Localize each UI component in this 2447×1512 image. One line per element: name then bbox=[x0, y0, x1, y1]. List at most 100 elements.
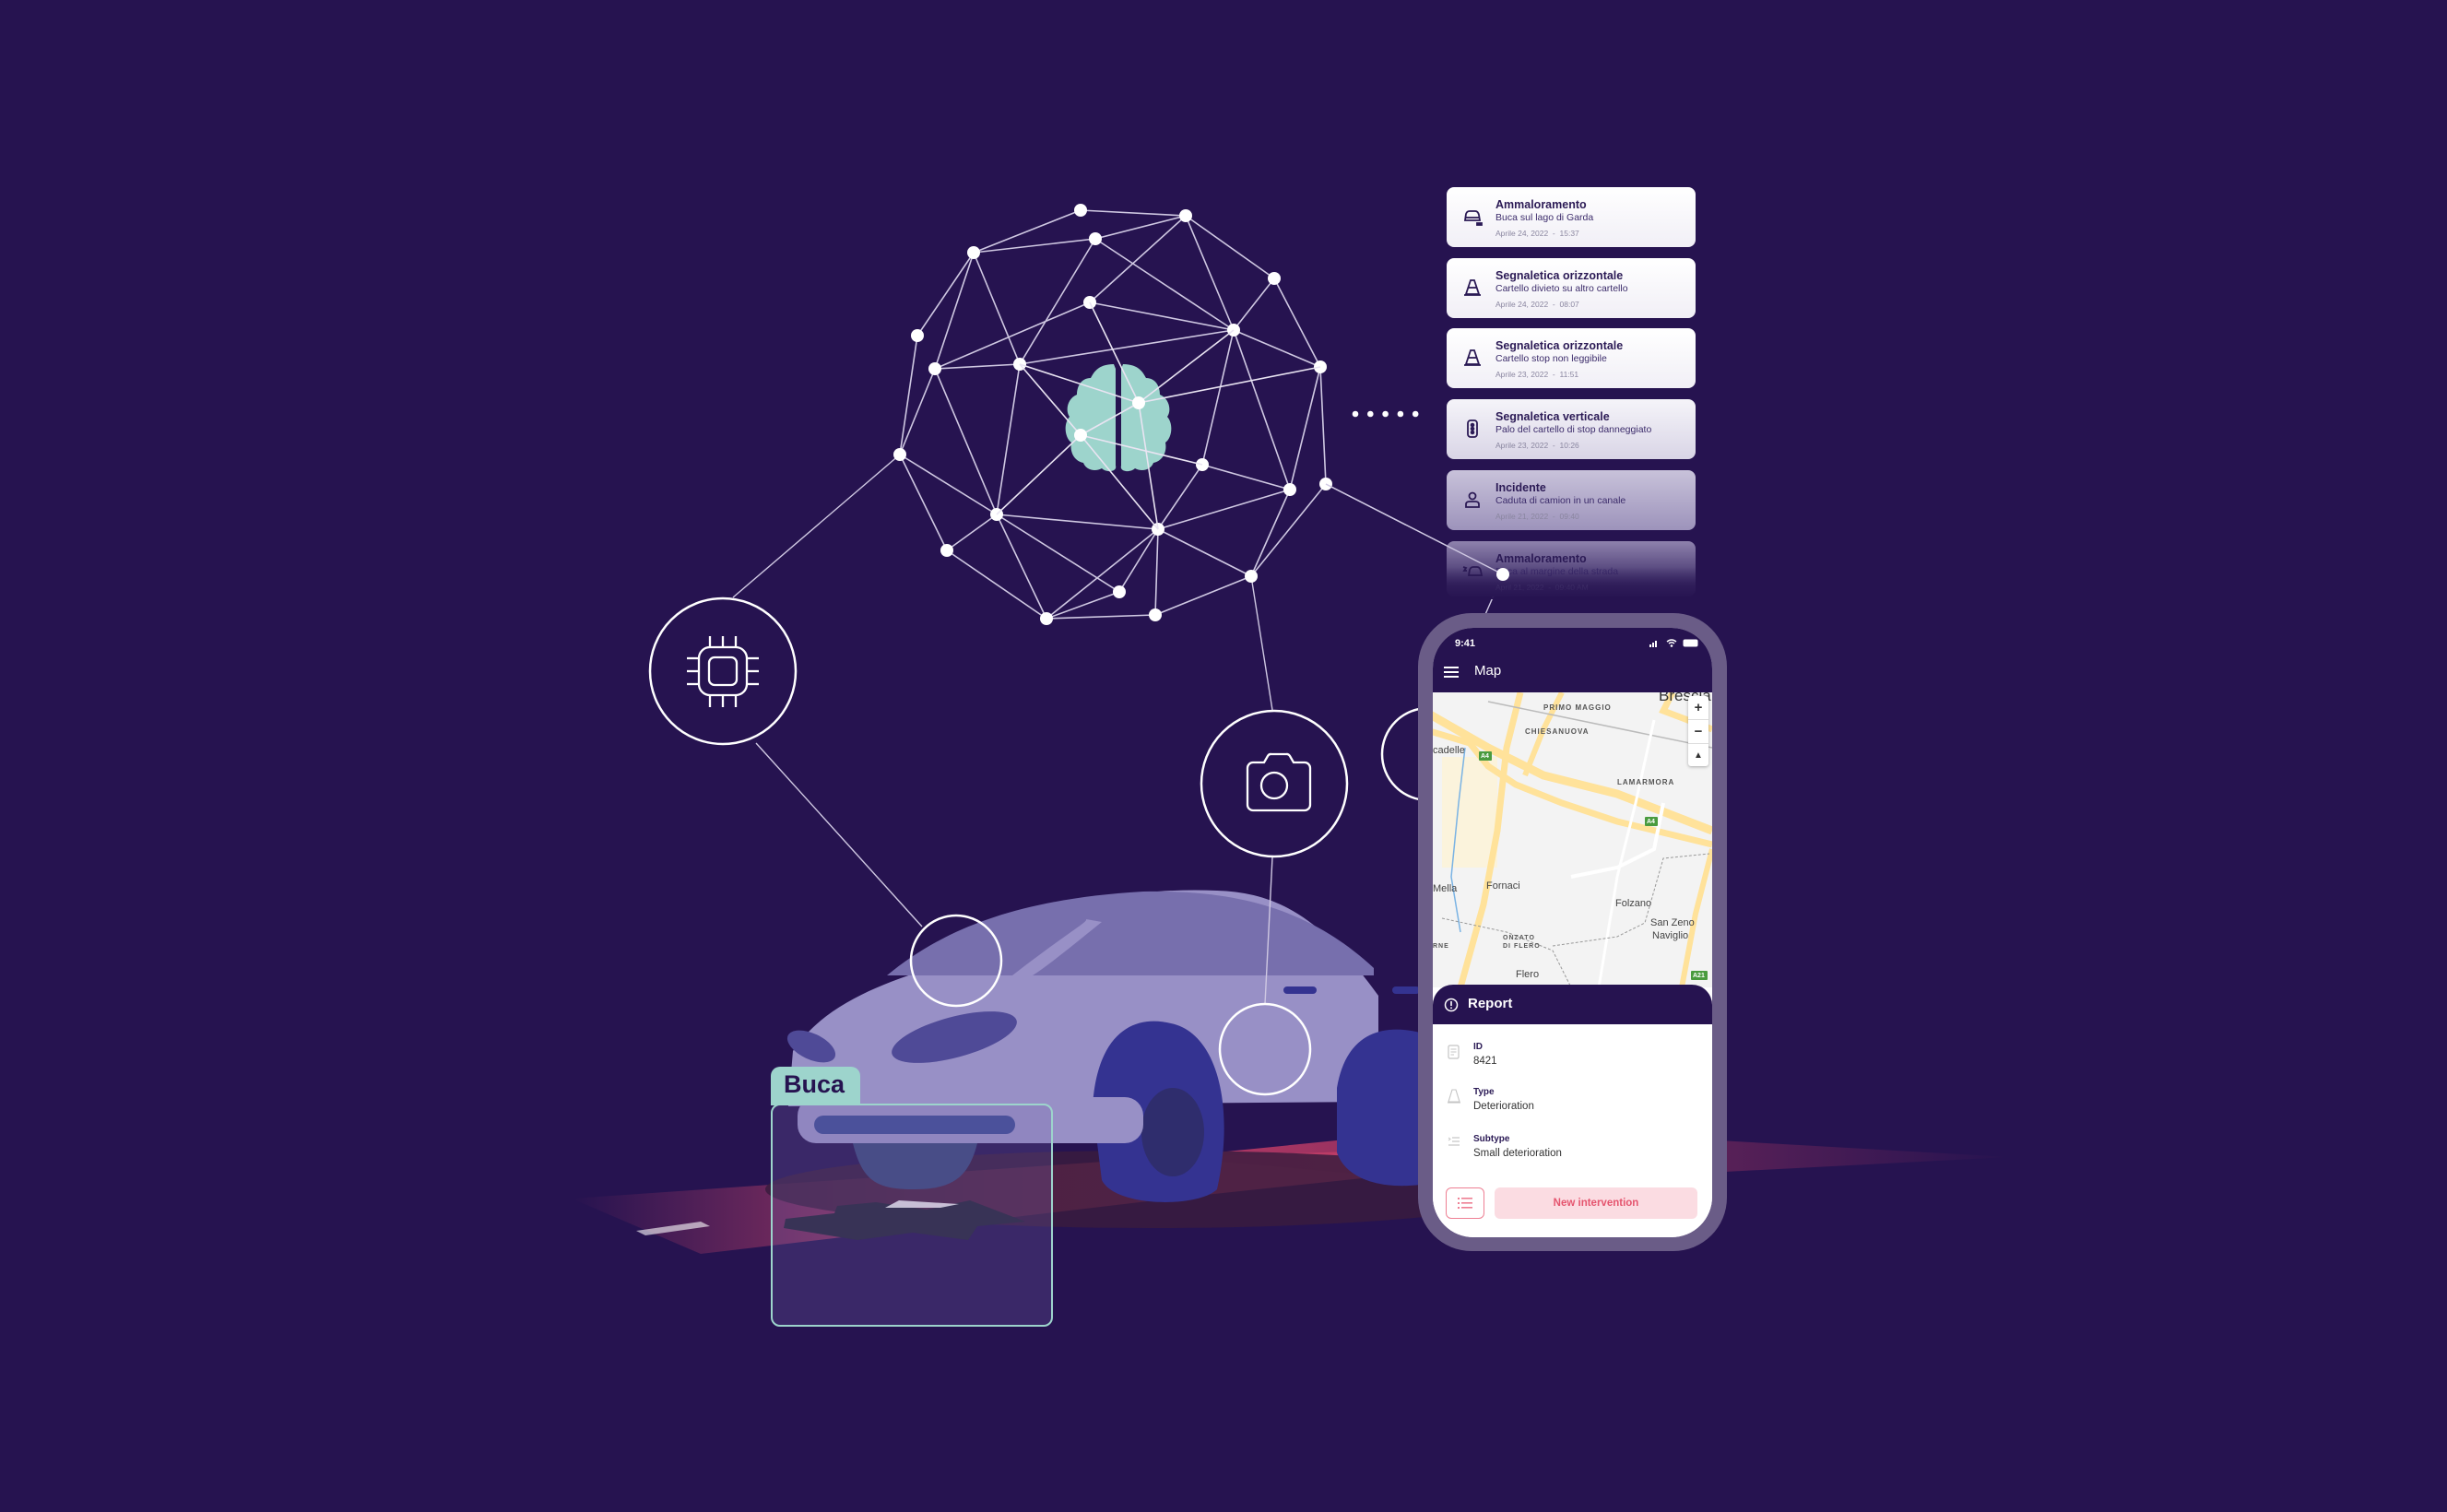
list-icon bbox=[1458, 1198, 1472, 1209]
network-node bbox=[1074, 204, 1087, 217]
network-edge bbox=[996, 514, 1159, 530]
traffic-light-icon bbox=[1467, 419, 1478, 438]
report-card[interactable]: Segnaletica orizzontale Cartello stop no… bbox=[1447, 328, 1696, 388]
hamburger-menu-icon[interactable] bbox=[1444, 667, 1459, 678]
map-label: DI FLERO bbox=[1503, 943, 1541, 950]
report-panel: Report ID 8421 Type Deterioration Subtyp… bbox=[1433, 985, 1712, 1237]
report-title: Ammaloramento bbox=[1495, 198, 1587, 211]
report-field-subtype: Subtype Small deterioration bbox=[1473, 1134, 1562, 1159]
map-label: cadelle bbox=[1433, 745, 1465, 756]
network-node bbox=[1149, 608, 1162, 621]
status-time: 9:41 bbox=[1455, 638, 1476, 649]
network-edge bbox=[996, 363, 1021, 515]
network-edge bbox=[1250, 489, 1291, 577]
map-label: Naviglio bbox=[1652, 930, 1689, 941]
network-edge bbox=[1046, 591, 1120, 620]
map-label: PRIMO MAGGIO bbox=[1543, 703, 1612, 712]
chip-feature-circle[interactable] bbox=[648, 597, 798, 746]
network-edge bbox=[899, 335, 918, 455]
report-card[interactable]: Incidente Caduta di camion in un canale … bbox=[1447, 470, 1696, 530]
map-label: Folzano bbox=[1615, 898, 1652, 909]
network-edge bbox=[1157, 489, 1291, 530]
list-fade bbox=[1438, 567, 1706, 599]
map-label: San Zeno bbox=[1650, 917, 1695, 928]
network-node bbox=[967, 246, 980, 259]
new-intervention-button[interactable]: New intervention bbox=[1495, 1187, 1697, 1219]
network-node bbox=[1283, 483, 1296, 496]
network-edge bbox=[934, 368, 998, 515]
report-card[interactable]: Segnaletica orizzontale Cartello divieto… bbox=[1447, 258, 1696, 318]
person-icon bbox=[1465, 491, 1480, 508]
map-view[interactable]: Brescia PRIMO MAGGIO CHIESANUOVA LAMARMO… bbox=[1433, 692, 1712, 987]
brain-icon bbox=[1065, 364, 1172, 472]
report-title: Segnaletica orizzontale bbox=[1495, 269, 1624, 282]
map-label: CHIESANUOVA bbox=[1525, 727, 1590, 736]
zoom-in-button[interactable]: + bbox=[1688, 696, 1708, 720]
map-label: Mella bbox=[1433, 883, 1458, 894]
report-subtitle: Cartello stop non leggibile bbox=[1495, 353, 1607, 364]
network-node bbox=[1089, 232, 1102, 245]
network-edge bbox=[1154, 528, 1159, 616]
map-label: A4 bbox=[1647, 819, 1655, 825]
network-edge bbox=[1157, 464, 1203, 530]
map-roads bbox=[1433, 692, 1712, 987]
network-edge bbox=[1319, 366, 1327, 485]
map-label: LAMARMORA bbox=[1617, 778, 1675, 786]
connector-dot bbox=[1352, 410, 1359, 418]
network-node bbox=[1319, 478, 1332, 490]
chip-icon bbox=[687, 636, 759, 707]
network-edge bbox=[1080, 209, 1187, 217]
network-edge bbox=[1046, 614, 1156, 620]
report-datetime: Aprile 24, 2022 - 08:07 bbox=[1495, 300, 1579, 309]
report-datetime: Aprile 24, 2022 - 15:37 bbox=[1495, 229, 1579, 238]
app-header: 9:41 Map bbox=[1433, 628, 1712, 692]
zoom-out-button[interactable]: − bbox=[1688, 720, 1708, 744]
list-view-button[interactable] bbox=[1446, 1187, 1484, 1219]
map-label: Flero bbox=[1516, 969, 1540, 980]
network-edge bbox=[934, 363, 1021, 370]
signal-icon bbox=[1649, 640, 1657, 647]
network-node bbox=[1245, 570, 1258, 583]
report-datetime: Aprile 21, 2022 - 09:40 bbox=[1495, 512, 1579, 521]
camera-feature-circle[interactable] bbox=[1200, 709, 1349, 858]
network-edge bbox=[973, 252, 1021, 365]
wifi-icon bbox=[1666, 639, 1677, 647]
compass-button[interactable]: ▲ bbox=[1688, 744, 1708, 767]
map-label: RNE bbox=[1433, 943, 1449, 950]
report-subtitle: Caduta di camion in un canale bbox=[1495, 495, 1626, 506]
network-edge bbox=[899, 368, 936, 455]
detection-bounding-box[interactable] bbox=[771, 1104, 1053, 1327]
network-edge bbox=[946, 514, 998, 551]
damaged-car-icon bbox=[1463, 210, 1483, 226]
map-label: A21 bbox=[1693, 973, 1705, 979]
map-label: A4 bbox=[1481, 753, 1489, 760]
connector-dot bbox=[1397, 410, 1404, 418]
info-alert-icon bbox=[1444, 998, 1459, 1012]
status-icons bbox=[1649, 639, 1699, 647]
traffic-cone-icon bbox=[1464, 349, 1481, 366]
network-node bbox=[911, 329, 924, 342]
connector-dot bbox=[1367, 410, 1374, 418]
network-edge bbox=[916, 252, 975, 337]
network-node bbox=[1040, 612, 1053, 625]
network-edge bbox=[946, 549, 1047, 620]
report-title: Ammaloramento bbox=[1495, 552, 1587, 565]
network-edge bbox=[1046, 528, 1159, 620]
connector-dots bbox=[1352, 410, 1419, 418]
network-edge bbox=[1289, 366, 1321, 490]
network-edge bbox=[1233, 329, 1321, 368]
illustration-scene bbox=[572, 204, 2010, 1254]
report-card[interactable]: Ammaloramento Buca sul lago di Garda Apr… bbox=[1447, 187, 1696, 247]
report-header: Report bbox=[1433, 985, 1712, 1024]
report-datetime: Aprile 23, 2022 - 10:26 bbox=[1495, 441, 1579, 450]
report-card[interactable]: Segnaletica verticale Palo del cartello … bbox=[1447, 399, 1696, 459]
report-title: Incidente bbox=[1495, 481, 1546, 494]
report-title: Report bbox=[1468, 996, 1513, 1011]
network-edge bbox=[934, 301, 1091, 370]
connector-dot bbox=[1382, 410, 1389, 418]
detection-label-tab: Buca bbox=[771, 1067, 860, 1105]
network-node bbox=[1113, 585, 1126, 598]
subtype-list-icon bbox=[1448, 1137, 1460, 1146]
network-edge bbox=[1118, 528, 1159, 593]
network-edge bbox=[1157, 528, 1252, 577]
